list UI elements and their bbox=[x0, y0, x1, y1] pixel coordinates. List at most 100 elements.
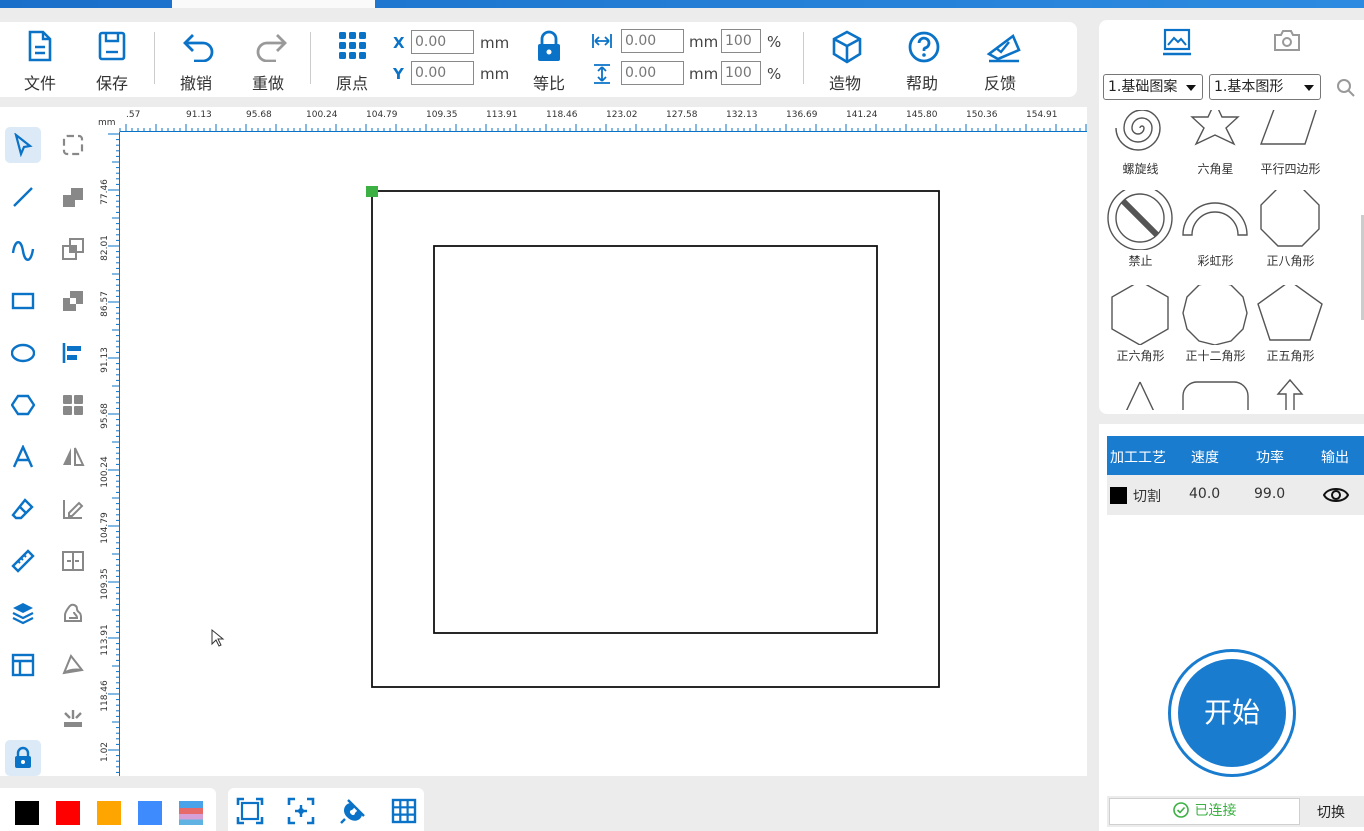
active-tab[interactable] bbox=[172, 0, 375, 8]
image-icon[interactable] bbox=[1161, 28, 1193, 56]
fit-selection-icon[interactable] bbox=[287, 797, 315, 825]
search-icon[interactable] bbox=[1336, 78, 1356, 98]
select-tool[interactable] bbox=[5, 127, 41, 163]
union-icon bbox=[63, 188, 83, 207]
height-input[interactable]: 0.00 bbox=[621, 61, 684, 85]
mirror-tool[interactable] bbox=[55, 439, 91, 475]
union-tool[interactable] bbox=[55, 179, 91, 215]
node-edit-tool[interactable] bbox=[55, 127, 91, 163]
bend-tool[interactable] bbox=[55, 647, 91, 683]
shape-grid: 螺旋线 六角星 平行四边形 禁止 彩虹形 正八角形 正六角形 正十二角形 正五角… bbox=[1099, 110, 1364, 410]
laser-position-tool[interactable] bbox=[55, 699, 91, 735]
color-swatch-multi[interactable] bbox=[179, 801, 203, 825]
file-icon bbox=[28, 30, 52, 62]
line-tool[interactable] bbox=[5, 179, 41, 215]
intersect-tool[interactable] bbox=[55, 231, 91, 267]
process-row[interactable]: 切割 40.0 99.0 bbox=[1107, 475, 1364, 515]
proportional-lock-button[interactable]: 等比 bbox=[519, 22, 579, 97]
measure-tool[interactable] bbox=[5, 543, 41, 579]
magnet-icon[interactable] bbox=[339, 797, 367, 825]
parallelogram-icon bbox=[1259, 110, 1317, 145]
height-unit: mm bbox=[689, 65, 719, 83]
undo-button[interactable]: 撤销 bbox=[166, 22, 226, 97]
width-input[interactable]: 0.00 bbox=[621, 29, 684, 53]
color-swatch-blue[interactable] bbox=[138, 801, 162, 825]
undo-icon bbox=[183, 34, 214, 62]
start-button[interactable]: 开始 bbox=[1168, 649, 1296, 777]
subcategory-select[interactable]: 1.基本图形 bbox=[1209, 74, 1321, 100]
shape-hexagram[interactable]: 六角星 bbox=[1178, 110, 1253, 193]
layout-tool[interactable] bbox=[5, 647, 41, 683]
process-speed[interactable]: 40.0 bbox=[1189, 486, 1220, 502]
grid-icon[interactable] bbox=[390, 797, 418, 825]
fit-canvas-icon[interactable] bbox=[236, 797, 264, 825]
redo-button[interactable]: 重做 bbox=[238, 22, 298, 97]
drawing-canvas[interactable]: mm .57 91.13 95.68 100.24 104.79 109.35 113.91 1… bbox=[97, 107, 1087, 776]
rectangle-tool[interactable] bbox=[5, 283, 41, 319]
color-swatch-black[interactable] bbox=[15, 801, 39, 825]
category-select[interactable]: 1.基础图案 bbox=[1103, 74, 1203, 100]
height-percent-input[interactable]: 100 bbox=[721, 61, 761, 85]
width-percent-input[interactable]: 100 bbox=[721, 29, 761, 53]
eraser-tool[interactable] bbox=[5, 491, 41, 527]
toolbar-divider bbox=[803, 32, 804, 84]
shape-rainbow[interactable]: 彩虹形 bbox=[1178, 190, 1253, 285]
curve-icon bbox=[11, 241, 35, 261]
align-left-icon bbox=[62, 343, 81, 363]
shape-name: 正八角形 bbox=[1266, 254, 1315, 268]
color-swatch-orange[interactable] bbox=[97, 801, 121, 825]
ellipse-tool[interactable] bbox=[5, 335, 41, 371]
x-input[interactable]: 0.00 bbox=[411, 30, 474, 54]
title-strip bbox=[0, 0, 1364, 8]
shape-parallelogram[interactable]: 平行四边形 bbox=[1253, 110, 1328, 193]
switch-button[interactable]: 切换 bbox=[1317, 802, 1345, 822]
triangle-icon[interactable] bbox=[1103, 378, 1178, 410]
eye-icon[interactable] bbox=[1323, 486, 1349, 504]
shape-pentagon[interactable]: 正五角形 bbox=[1253, 280, 1328, 380]
layers-tool[interactable] bbox=[5, 595, 41, 631]
trace-tool[interactable] bbox=[55, 491, 91, 527]
process-power[interactable]: 99.0 bbox=[1254, 486, 1285, 502]
shape-spiral[interactable]: 螺旋线 bbox=[1103, 110, 1178, 193]
dodecagon-icon bbox=[1182, 280, 1248, 346]
file-button[interactable]: 文件 bbox=[10, 22, 70, 97]
process-mode: 切割 bbox=[1133, 489, 1161, 505]
rounded-rect-icon[interactable] bbox=[1178, 378, 1253, 410]
main-toolbar: 文件 保存 撤销 重做 原点 X 0.00 mm Y 0.00 mm 等比 0.… bbox=[0, 22, 1077, 97]
object-button[interactable]: 造物 bbox=[815, 22, 875, 97]
feedback-button[interactable]: 反馈 bbox=[970, 22, 1030, 97]
split-tool[interactable] bbox=[55, 543, 91, 579]
layer-color-swatch[interactable] bbox=[1110, 487, 1127, 504]
save-button[interactable]: 保存 bbox=[82, 22, 142, 97]
align-tool[interactable] bbox=[55, 335, 91, 371]
offset-tool[interactable] bbox=[55, 595, 91, 631]
header-power: 功率 bbox=[1256, 450, 1284, 466]
origin-button[interactable]: 原点 bbox=[322, 22, 382, 97]
height-arrows-icon bbox=[594, 64, 610, 84]
subtract-tool[interactable] bbox=[55, 283, 91, 319]
text-tool[interactable] bbox=[5, 439, 41, 475]
array-tool[interactable] bbox=[55, 387, 91, 423]
height-percent-sign: % bbox=[767, 65, 782, 83]
inner-rectangle[interactable] bbox=[433, 245, 878, 634]
canvas-lock-button[interactable] bbox=[5, 740, 41, 776]
y-input[interactable]: 0.00 bbox=[411, 61, 474, 85]
shape-octagon[interactable]: 正八角形 bbox=[1253, 187, 1328, 285]
start-label: 开始 bbox=[1178, 659, 1286, 767]
outer-rectangle[interactable] bbox=[371, 190, 940, 688]
color-swatch-red[interactable] bbox=[56, 801, 80, 825]
shape-hexagon[interactable]: 正六角形 bbox=[1103, 280, 1178, 380]
camera-icon[interactable] bbox=[1272, 28, 1302, 54]
help-button[interactable]: 帮助 bbox=[892, 22, 952, 97]
arrow-up-icon[interactable] bbox=[1253, 378, 1328, 410]
polygon-tool[interactable] bbox=[5, 387, 41, 423]
shape-name: 彩虹形 bbox=[1197, 254, 1234, 268]
category-select-value: 1.基础图案 bbox=[1108, 79, 1178, 95]
shape-prohibited[interactable]: 禁止 bbox=[1103, 185, 1178, 285]
curve-tool[interactable] bbox=[5, 231, 41, 267]
selection-handle[interactable] bbox=[366, 186, 378, 197]
width-percent-sign: % bbox=[767, 33, 782, 51]
x-label: X bbox=[393, 34, 405, 52]
color-palette bbox=[0, 788, 216, 831]
shape-dodecagon[interactable]: 正十二角形 bbox=[1178, 280, 1253, 380]
